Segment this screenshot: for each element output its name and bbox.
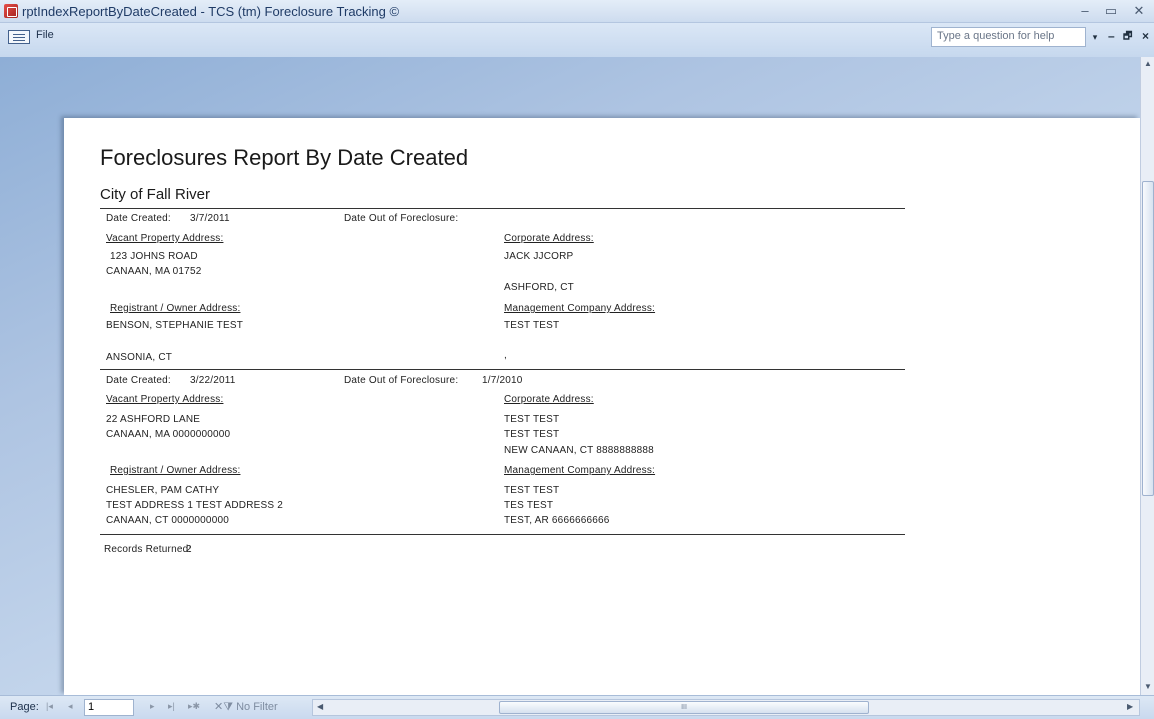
corporate-line-2: TEST TEST — [504, 429, 560, 440]
report-title: Foreclosures Report By Date Created — [100, 145, 469, 170]
horizontal-scrollbar[interactable]: ◀ III ▶ — [312, 699, 1140, 716]
page-label: Page: — [10, 701, 39, 713]
vertical-scrollbar[interactable]: ▲ ▼ — [1140, 57, 1154, 695]
date-created-label: Date Created: — [106, 375, 171, 386]
corporate-line-1: TEST TEST — [504, 414, 560, 425]
access-app-icon[interactable] — [4, 4, 18, 18]
corporate-line-1: JACK JJCORP — [504, 251, 574, 262]
management-address-label: Management Company Address: — [504, 465, 656, 476]
date-created-label: Date Created: — [106, 213, 171, 224]
mdi-minimize-button[interactable]: – — [1108, 29, 1115, 43]
corporate-line-3: ASHFORD, CT — [504, 282, 574, 293]
status-bar: Page: |◂ ◂ 1 ▸ ▸| ▸✱ ✕⧩ No Filter ◀ III … — [0, 695, 1154, 719]
menu-file[interactable]: File — [36, 29, 54, 41]
vacant-address-label: Vacant Property Address: — [106, 233, 224, 244]
scroll-right-icon[interactable]: ▶ — [1127, 702, 1133, 711]
prev-page-icon[interactable]: ◂ — [68, 701, 73, 712]
corporate-line-3: NEW CANAAN, CT 8888888888 — [504, 445, 654, 456]
help-search-input[interactable]: Type a question for help — [931, 27, 1086, 47]
last-page-icon[interactable]: ▸| — [168, 701, 175, 712]
management-line-1: TEST TEST — [504, 485, 560, 496]
first-page-icon[interactable]: |◂ — [46, 701, 53, 712]
scroll-left-icon[interactable]: ◀ — [317, 702, 323, 711]
no-filter-icon: ✕⧩ — [214, 701, 234, 713]
filter-label: No Filter — [236, 701, 278, 713]
management-line-1: TEST TEST — [504, 320, 560, 331]
management-line-3: , — [504, 350, 507, 361]
report-page — [64, 118, 1140, 695]
registrant-line-1: BENSON, STEPHANIE TEST — [106, 320, 244, 331]
mdi-restore-button[interactable]: 🗗 — [1123, 29, 1132, 46]
date-created-value: 3/22/2011 — [190, 375, 236, 386]
report-subtitle: City of Fall River — [100, 186, 211, 203]
page-number-input[interactable]: 1 — [84, 699, 134, 716]
vacant-line-2: CANAAN, MA 0000000000 — [106, 429, 231, 440]
record-divider — [100, 369, 905, 370]
scroll-down-icon[interactable]: ▼ — [1142, 681, 1154, 693]
corporate-address-label: Corporate Address: — [504, 394, 594, 405]
date-out-label: Date Out of Foreclosure: — [344, 213, 459, 224]
records-returned-label: Records Returned: — [104, 544, 192, 555]
management-line-2: TES TEST — [504, 500, 554, 511]
header-divider — [100, 208, 905, 209]
registrant-address-label: Registrant / Owner Address: — [110, 465, 241, 476]
filter-status[interactable]: ✕⧩ No Filter — [214, 700, 278, 714]
vacant-address-label: Vacant Property Address: — [106, 394, 224, 405]
minimize-button[interactable]: – — [1074, 2, 1096, 20]
registrant-line-1: CHESLER, PAM CATHY — [106, 485, 220, 496]
window-title: rptIndexReportByDateCreated - TCS (tm) F… — [22, 4, 400, 19]
horizontal-scroll-thumb[interactable]: III — [499, 701, 869, 714]
date-out-value: 1/7/2010 — [482, 375, 523, 386]
title-bar: rptIndexReportByDateCreated - TCS (tm) F… — [0, 0, 1154, 23]
help-dropdown-icon[interactable]: ▾ — [1086, 27, 1104, 47]
records-returned-value: 2 — [186, 544, 192, 555]
vacant-line-2: CANAAN, MA 01752 — [106, 266, 202, 277]
registrant-line-2: TEST ADDRESS 1 TEST ADDRESS 2 — [106, 500, 283, 511]
menu-bar: File Type a question for help ▾ – 🗗 × — [0, 23, 1154, 57]
close-button[interactable]: ✕ — [1128, 2, 1150, 20]
vacant-line-1: 22 ASHFORD LANE — [106, 414, 201, 425]
registrant-line-3: ANSONIA, CT — [106, 352, 173, 363]
scroll-up-icon[interactable]: ▲ — [1142, 58, 1154, 70]
management-address-label: Management Company Address: — [504, 303, 656, 314]
footer-divider — [100, 534, 905, 535]
date-created-value: 3/7/2011 — [190, 213, 230, 224]
mdi-close-button[interactable]: × — [1142, 29, 1149, 43]
new-record-icon[interactable]: ▸✱ — [188, 701, 200, 712]
next-page-icon[interactable]: ▸ — [150, 701, 155, 712]
restore-button[interactable]: ▭ — [1100, 2, 1122, 20]
registrant-line-3: CANAAN, CT 0000000000 — [106, 515, 229, 526]
corporate-address-label: Corporate Address: — [504, 233, 594, 244]
vacant-line-1: 123 JOHNS ROAD — [110, 251, 198, 262]
report-view-icon[interactable] — [8, 30, 30, 44]
registrant-address-label: Registrant / Owner Address: — [110, 303, 241, 314]
management-line-3: TEST, AR 6666666666 — [504, 515, 610, 526]
vertical-scroll-thumb[interactable] — [1142, 181, 1154, 496]
date-out-label: Date Out of Foreclosure: — [344, 375, 459, 386]
